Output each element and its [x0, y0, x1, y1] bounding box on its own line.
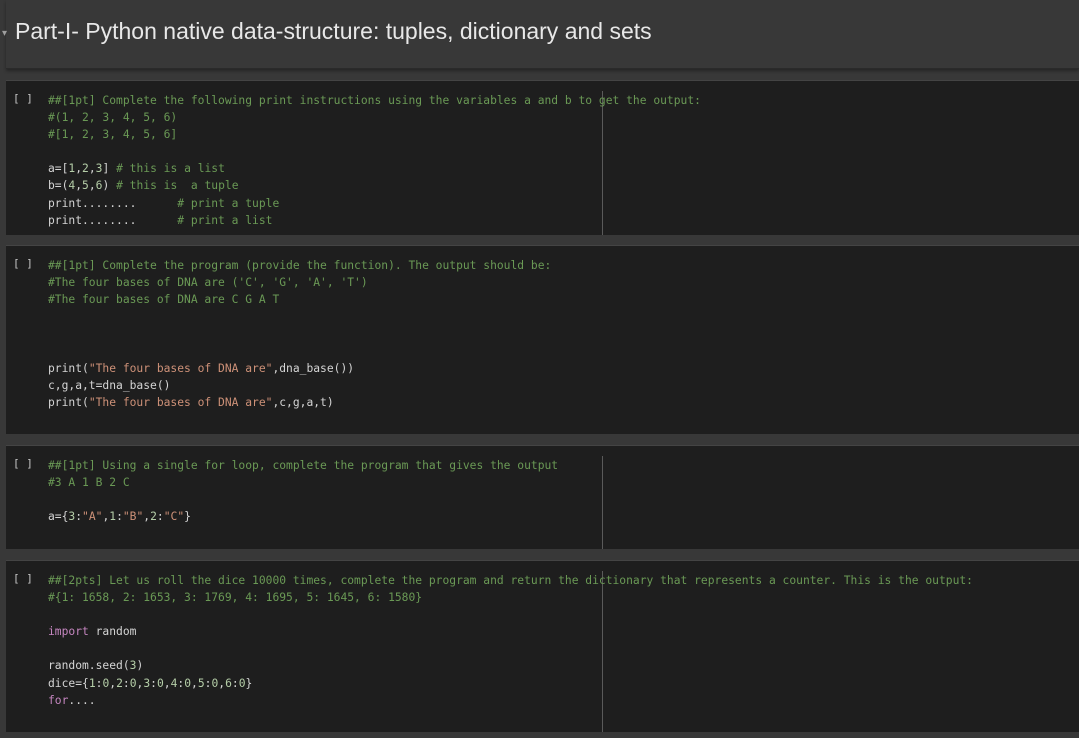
code-editor[interactable]: ##[1pt] Complete the following print ins…: [48, 92, 701, 229]
run-cell-button[interactable]: [ ]: [13, 572, 33, 585]
code-line: ##[1pt] Using a single for loop, complet…: [48, 459, 559, 472]
run-cell-button[interactable]: [ ]: [13, 92, 33, 105]
code-cell-3[interactable]: [ ] ##[1pt] Using a single for loop, com…: [6, 445, 1079, 549]
code-cell-4[interactable]: [ ] ##[2pts] Let us roll the dice 10000 …: [6, 560, 1079, 732]
code-line: #The four bases of DNA are ('C', 'G', 'A…: [48, 276, 368, 290]
code-editor[interactable]: ##[1pt] Complete the program (provide th…: [48, 257, 551, 411]
line-length-ruler: [602, 456, 603, 549]
code-cell-2[interactable]: [ ] ##[1pt] Complete the program (provid…: [6, 245, 1079, 434]
run-cell-button[interactable]: [ ]: [13, 457, 33, 470]
code-line: #3 A 1 B 2 C: [48, 476, 130, 490]
code-line: #(1, 2, 3, 4, 5, 6): [48, 111, 178, 125]
code-line: ##[2pts] Let us roll the dice 10000 time…: [48, 574, 973, 587]
code-line: #The four bases of DNA are C G A T: [48, 293, 280, 307]
code-line: ##[1pt] Complete the program (provide th…: [48, 259, 552, 272]
section-heading: Part-I- Python native data-structure: tu…: [15, 18, 652, 44]
code-editor[interactable]: ##[1pt] Using a single for loop, complet…: [48, 457, 558, 525]
code-line: #{1: 1658, 2: 1653, 3: 1769, 4: 1695, 5:…: [48, 591, 423, 605]
code-cell-1[interactable]: [ ] ##[1pt] Complete the following print…: [6, 80, 1079, 235]
code-line: #[1, 2, 3, 4, 5, 6]: [48, 128, 178, 142]
code-line: ##[1pt] Complete the following print ins…: [48, 94, 701, 107]
code-editor[interactable]: ##[2pts] Let us roll the dice 10000 time…: [48, 572, 973, 709]
run-cell-button[interactable]: [ ]: [13, 257, 33, 270]
markdown-heading-cell[interactable]: ▾ Part-I- Python native data-structure: …: [2, 0, 1079, 69]
collapse-section-icon[interactable]: ▾: [2, 28, 7, 39]
code-line: c,g,a,t=dna_base(): [48, 378, 171, 392]
